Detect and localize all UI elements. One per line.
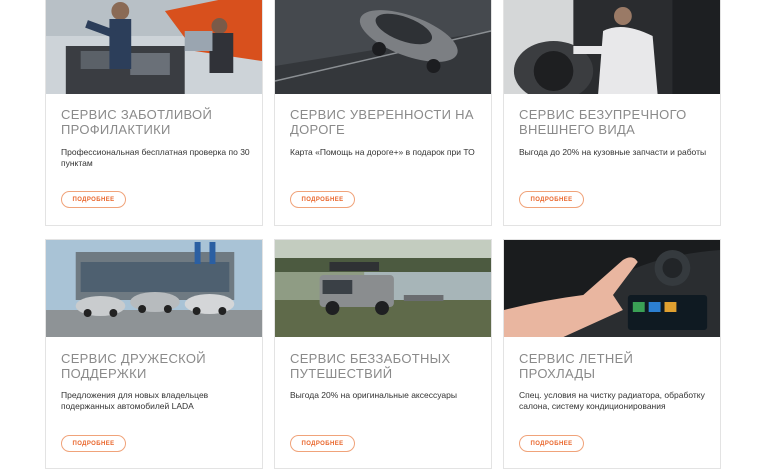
- card-description: Спец. условия на чистку радиатора, обраб…: [519, 390, 705, 411]
- card-title: СЕРВИС ДРУЖЕСКОЙ ПОДДЕРЖКИ: [61, 351, 206, 381]
- card-title: СЕРВИС БЕЗЗАБОТНЫХ ПУТЕШЕСТВИЙ: [290, 351, 451, 381]
- more-button[interactable]: ПОДРОБНЕЕ: [290, 435, 355, 452]
- dealership-cars-photo: [46, 240, 262, 337]
- card-description: Выгода до 20% на кузовные запчасти и раб…: [519, 147, 707, 157]
- card-title: СЕРВИС ЗАБОТЛИВОЙ ПРОФИЛАКТИКИ: [61, 107, 213, 137]
- mechanic-engine-photo: [46, 0, 262, 94]
- more-button[interactable]: ПОДРОБНЕЕ: [61, 435, 126, 452]
- more-button[interactable]: ПОДРОБНЕЕ: [519, 435, 584, 452]
- more-button[interactable]: ПОДРОБНЕЕ: [519, 191, 584, 208]
- card-title: СЕРВИС БЕЗУПРЕЧНОГО ВНЕШНЕГО ВИДА: [519, 107, 687, 137]
- service-card-support: СЕРВИС ДРУЖЕСКОЙ ПОДДЕРЖКИ Предложения д…: [45, 239, 263, 469]
- car-on-road-photo: [275, 0, 491, 94]
- card-description: Карта «Помощь на дороге+» в подарок при …: [290, 147, 475, 157]
- card-description: Профессиональная бесплатная проверка по …: [61, 147, 250, 168]
- service-card-appearance: СЕРВИС БЕЗУПРЕЧНОГО ВНЕШНЕГО ВИДА Выгода…: [503, 0, 721, 226]
- more-button[interactable]: ПОДРОБНЕЕ: [61, 191, 126, 208]
- card-title: СЕРВИС УВЕРЕННОСТИ НА ДОРОГЕ: [290, 107, 474, 137]
- hand-air-vent-photo: [504, 240, 720, 337]
- more-button[interactable]: ПОДРОБНЕЕ: [290, 191, 355, 208]
- service-card-cooling: СЕРВИС ЛЕТНЕЙ ПРОХЛАДЫ Спец. условия на …: [503, 239, 721, 469]
- card-description: Выгода 20% на оригинальные аксессуары: [290, 390, 457, 400]
- man-inspecting-car-photo: [504, 0, 720, 94]
- card-description: Предложения для новых владельцев подержа…: [61, 390, 209, 411]
- card-title: СЕРВИС ЛЕТНЕЙ ПРОХЛАДЫ: [519, 351, 634, 381]
- service-card-road: СЕРВИС УВЕРЕННОСТИ НА ДОРОГЕ Карта «Помо…: [274, 0, 492, 226]
- suv-by-lake-photo: [275, 240, 491, 337]
- service-card-prevention: СЕРВИС ЗАБОТЛИВОЙ ПРОФИЛАКТИКИ Профессио…: [45, 0, 263, 226]
- service-card-travel: СЕРВИС БЕЗЗАБОТНЫХ ПУТЕШЕСТВИЙ Выгода 20…: [274, 239, 492, 469]
